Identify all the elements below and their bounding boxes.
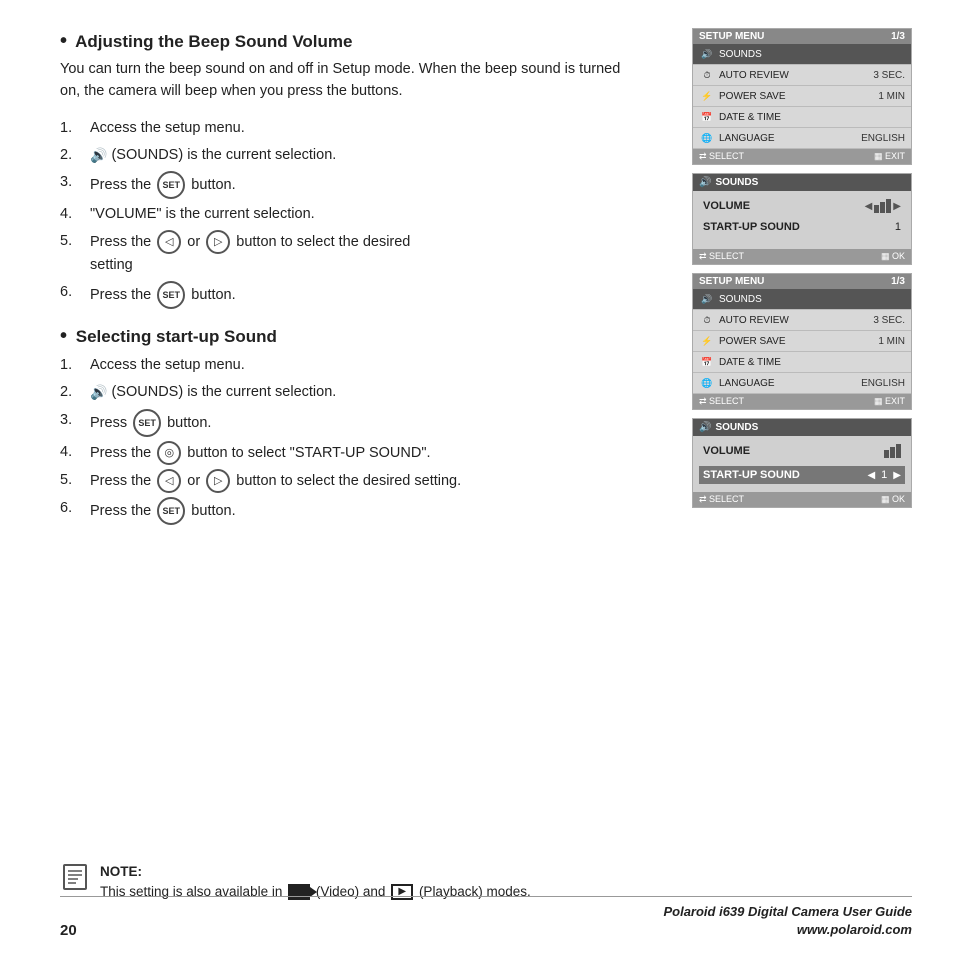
panel2-footer: ⇄ SELECT ▦ OK <box>693 249 911 264</box>
step-1-2: 2. 🔊 (SOUNDS) is the current selection. <box>60 144 640 167</box>
page: • Adjusting the Beep Sound Volume You ca… <box>0 0 954 954</box>
panel1-row-sounds: 🔊 SOUNDS <box>693 44 911 65</box>
panel1-header: SETUP MENU 1/3 <box>693 29 911 44</box>
step-2-2: 2. 🔊 (SOUNDS) is the current selection. <box>60 381 640 404</box>
section1-heading: • Adjusting the Beep Sound Volume <box>60 30 650 53</box>
footer-title: Polaroid i639 Digital Camera User Guide … <box>663 903 912 939</box>
panel3-row-autoreview: ⏱ AUTO REVIEW 3 SEC. <box>693 310 911 331</box>
panel1-row-language: 🌐 LANGUAGE ENGLISH <box>693 128 911 149</box>
panel3-row-language: 🌐 LANGUAGE ENGLISH <box>693 373 911 394</box>
footer: 20 Polaroid i639 Digital Camera User Gui… <box>60 896 912 939</box>
step-1-6: 6. Press the SET button. <box>60 281 640 309</box>
panel2-volume-row: VOLUME ◀ ▶ <box>703 199 901 213</box>
section1-intro: You can turn the beep sound on and off i… <box>60 59 640 103</box>
section2-heading: • Selecting start-up Sound <box>60 325 650 348</box>
panel3-footer: ⇄ SELECT ▦ EXIT <box>693 394 911 409</box>
panel1-footer: ⇄ SELECT ▦ EXIT <box>693 149 911 164</box>
dial-left-icon: ◁ <box>157 230 181 254</box>
section1-steps: 1. Access the setup menu. 2. 🔊 (SOUNDS) … <box>60 117 640 310</box>
panel1-row-powersave: ⚡ POWER SAVE 1 MIN <box>693 86 911 107</box>
step-2-5: 5. Press the ◁ or ▷ button to select the… <box>60 469 640 493</box>
set-button-icon6: SET <box>157 497 185 525</box>
step-1-5: 5. Press the ◁ or ▷ button to select the… <box>60 230 640 277</box>
step-2-3: 3. Press SET button. <box>60 409 640 437</box>
startup-sound-bar: ◀ 1 ▶ <box>867 469 901 481</box>
dial-right-icon: ▷ <box>206 230 230 254</box>
set-button-icon2: SET <box>157 281 185 309</box>
panel2-sounds: 🔊 SOUNDS VOLUME ◀ ▶ <box>692 173 912 265</box>
panel4-sounds: 🔊 SOUNDS VOLUME START-UP SOUND <box>692 418 912 508</box>
dial-right-icon5: ▷ <box>206 469 230 493</box>
step-1-4: 4. "VOLUME" is the current selection. <box>60 203 640 226</box>
step-2-4: 4. Press the ◎ button to select "START-U… <box>60 441 640 465</box>
panel4-header: 🔊 SOUNDS <box>693 419 911 436</box>
set-button-icon3: SET <box>133 409 161 437</box>
panels-column: SETUP MENU 1/3 🔊 SOUNDS ⏱ AUTO REVIEW 3 … <box>692 28 912 516</box>
set-button-icon: SET <box>157 171 185 199</box>
page-number: 20 <box>60 922 77 939</box>
panel3-setup-menu: SETUP MENU 1/3 🔊 SOUNDS ⏱ AUTO REVIEW 3 … <box>692 273 912 410</box>
step-1-1: 1. Access the setup menu. <box>60 117 640 140</box>
vol-bars2 <box>884 444 901 458</box>
step-1-3: 3. Press the SET button. <box>60 171 640 199</box>
vol-bars <box>874 199 891 213</box>
panel4-footer: ⇄ SELECT ▦ OK <box>693 492 911 507</box>
volume-bar2 <box>884 444 901 458</box>
step-2-6: 6. Press the SET button. <box>60 497 640 525</box>
panel3-row-powersave: ⚡ POWER SAVE 1 MIN <box>693 331 911 352</box>
panel1-setup-menu: SETUP MENU 1/3 🔊 SOUNDS ⏱ AUTO REVIEW 3 … <box>692 28 912 165</box>
dial-left-icon5: ◁ <box>157 469 181 493</box>
panel4-body: VOLUME START-UP SOUND ◀ 1 ▶ <box>693 436 911 492</box>
panel3-header: SETUP MENU 1/3 <box>693 274 911 289</box>
volume-bar: ◀ ▶ <box>865 199 901 213</box>
panel4-startup-row: START-UP SOUND ◀ 1 ▶ <box>699 466 905 484</box>
panel4-volume-row: VOLUME <box>703 444 901 458</box>
dial-icon4: ◎ <box>157 441 181 465</box>
panel1-row-datetime: 📅 DATE & TIME <box>693 107 911 128</box>
panel3-row-datetime: 📅 DATE & TIME <box>693 352 911 373</box>
step-2-1: 1. Access the setup menu. <box>60 354 640 377</box>
note-label: NOTE: <box>100 864 142 879</box>
panel1-row-autoreview: ⏱ AUTO REVIEW 3 SEC. <box>693 65 911 86</box>
panel2-startup-row: START-UP SOUND 1 <box>703 221 901 233</box>
panel3-row-sounds: 🔊 SOUNDS <box>693 289 911 310</box>
section2: • Selecting start-up Sound 1. Access the… <box>60 325 650 524</box>
section2-steps: 1. Access the setup menu. 2. 🔊 (SOUNDS) … <box>60 354 640 524</box>
panel2-body: VOLUME ◀ ▶ START-UP SOUND 1 <box>693 191 911 249</box>
note-icon <box>60 862 90 892</box>
panel2-header: 🔊 SOUNDS <box>693 174 911 191</box>
